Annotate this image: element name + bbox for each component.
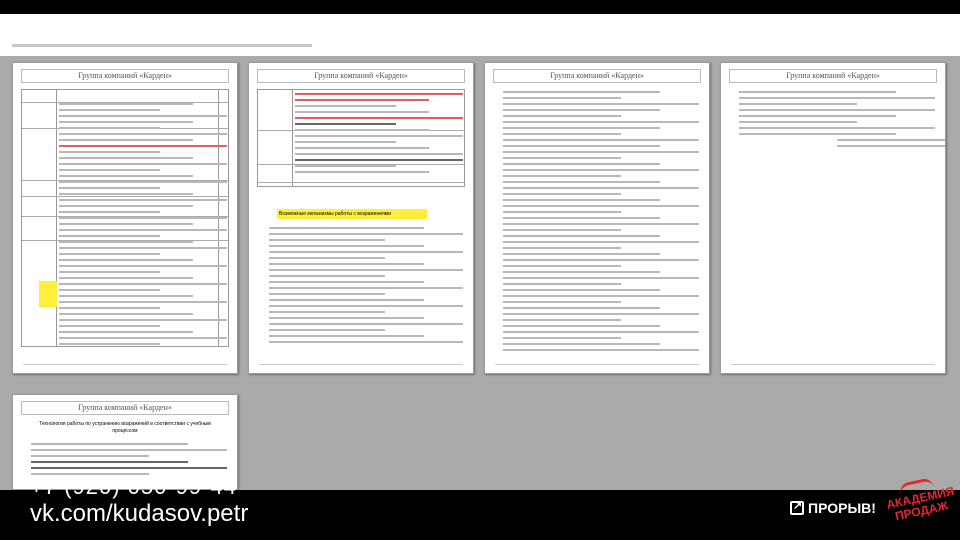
contact-vk-link[interactable]: vk.com/kudasov.petr bbox=[30, 500, 248, 528]
page-header: Группа компаний «Карден» bbox=[493, 69, 701, 83]
toolbar-accent-line bbox=[12, 44, 312, 47]
proryv-logo: ПРОРЫВ! bbox=[790, 499, 876, 516]
document-page-2[interactable]: Группа компаний «Карден» Возможные механ… bbox=[248, 62, 474, 374]
page-header: Группа компаний «Карден» bbox=[257, 69, 465, 83]
page-header: Группа компаний «Карден» bbox=[21, 69, 229, 83]
section-title: Возможные механизмы работы с возражениям… bbox=[279, 211, 392, 217]
document-viewer[interactable]: Группа компаний «Карден» Группа компаний… bbox=[0, 56, 960, 490]
document-page-3[interactable]: Группа компаний «Карден» bbox=[484, 62, 710, 374]
page-header: Группа компаний «Карден» bbox=[729, 69, 937, 83]
page-title: Технология работы по устранению возражен… bbox=[39, 421, 211, 434]
slide-stage: Группа компаний «Карден» Группа компаний… bbox=[0, 0, 960, 540]
external-link-icon bbox=[790, 499, 804, 515]
highlight-marker bbox=[39, 281, 57, 307]
contact-phone: +7 (920) 050-99-44 bbox=[30, 474, 237, 499]
document-page-4[interactable]: Группа компаний «Карден» bbox=[720, 62, 946, 374]
proryv-label: ПРОРЫВ! bbox=[808, 500, 876, 516]
viewer-toolbar bbox=[0, 14, 960, 56]
page-header: Группа компаний «Карден» bbox=[21, 401, 229, 415]
document-page-1[interactable]: Группа компаний «Карден» bbox=[12, 62, 238, 374]
